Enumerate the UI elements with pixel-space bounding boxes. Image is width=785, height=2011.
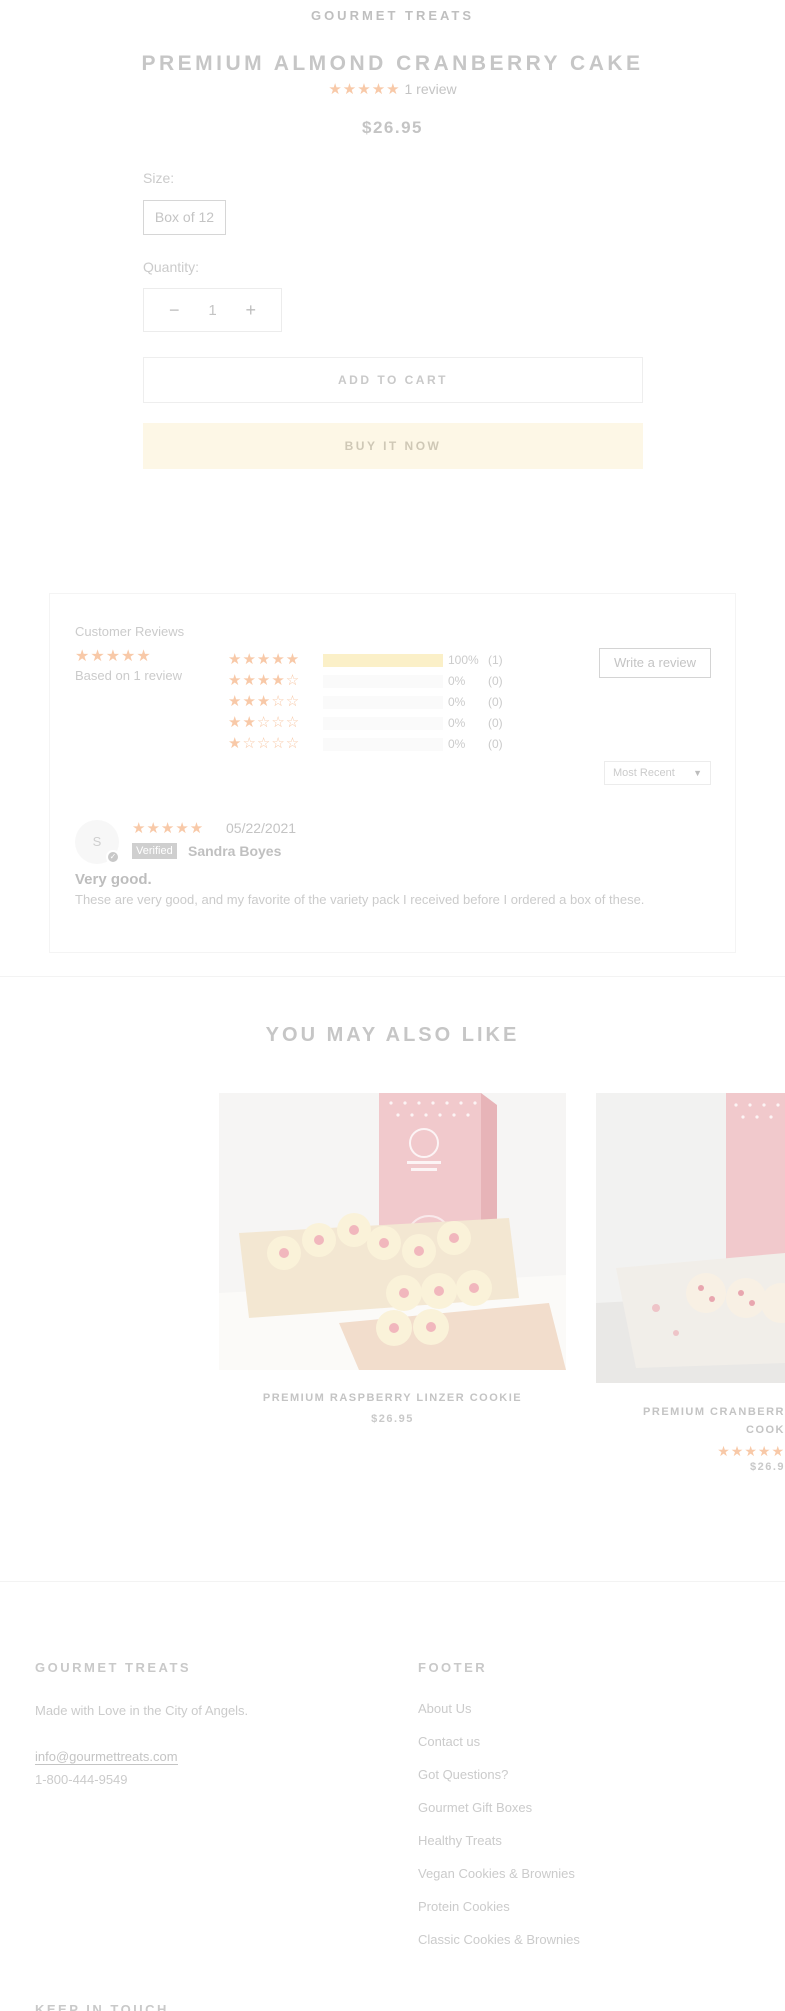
avatar-letter: S <box>92 834 102 849</box>
footer-link-healthy-treats[interactable]: Healthy Treats <box>418 1833 580 1866</box>
quantity-label: Quantity: <box>143 259 200 275</box>
histogram-stars-icon: ★★★★☆ <box>228 672 301 689</box>
avatar: S ✓ <box>75 820 120 864</box>
histogram-count: (0) <box>488 716 503 730</box>
chevron-down-icon: ▼ <box>693 768 702 778</box>
quantity-stepper: − 1 + <box>143 288 282 332</box>
histogram-count: (0) <box>488 695 503 709</box>
product-card-raspberry-linzer[interactable]: PREMIUM RASPBERRY LINZER COOKIE $26.95 <box>219 1093 566 1433</box>
review-body: These are very good, and my favorite of … <box>75 892 645 907</box>
histogram-row-2[interactable]: ★★☆☆☆ 0% (0) <box>228 714 528 735</box>
footer-keep-in-touch-heading: KEEP IN TOUCH <box>35 2002 169 2011</box>
review-headline: Very good. <box>75 871 152 888</box>
histogram-percent: 0% <box>448 716 466 730</box>
rating-stars-icon: ★★★★★ <box>328 81 401 98</box>
add-to-cart-button[interactable]: ADD TO CART <box>143 357 643 403</box>
raspberry-linzer-photo <box>219 1093 566 1370</box>
histogram-percent: 0% <box>448 674 466 688</box>
footer-phone: 1-800-444-9549 <box>35 1772 128 1787</box>
footer-link-vegan[interactable]: Vegan Cookies & Brownies <box>418 1866 580 1899</box>
footer-link-got-questions[interactable]: Got Questions? <box>418 1767 580 1800</box>
reviews-title: Customer Reviews <box>75 624 185 639</box>
histogram-bar <box>323 738 443 751</box>
product-vendor[interactable]: GOURMET TREATS <box>0 8 785 23</box>
product-card-name[interactable]: PREMIUM CRANBERR COOK <box>596 1403 785 1439</box>
footer-link-classic[interactable]: Classic Cookies & Brownies <box>418 1932 580 1965</box>
product-card-cranberry[interactable]: PREMIUM CRANBERR COOK ★★★★★ $26.9 <box>596 1093 785 1483</box>
footer-tagline: Made with Love in the City of Angels. <box>35 1703 249 1718</box>
write-review-button[interactable]: Write a review <box>599 648 711 678</box>
cranberry-cookie-photo <box>596 1093 785 1383</box>
size-label: Size: <box>143 170 175 186</box>
histogram-stars-icon: ★★★☆☆ <box>228 693 301 710</box>
footer-link-about-us[interactable]: About Us <box>418 1701 580 1734</box>
histogram-bar <box>323 675 443 688</box>
product-card-price: $26.9 <box>749 1461 785 1473</box>
product-card-price: $26.95 <box>371 1413 414 1425</box>
footer-link-protein[interactable]: Protein Cookies <box>418 1899 580 1932</box>
footer-link-gift-boxes[interactable]: Gourmet Gift Boxes <box>418 1800 580 1833</box>
product-rating[interactable]: ★★★★★ 1 review <box>0 80 785 98</box>
product-card-name[interactable]: PREMIUM RASPBERRY LINZER COOKIE <box>219 1389 566 1407</box>
histogram-row-5[interactable]: ★★★★★ 100% (1) <box>228 651 528 672</box>
review-author: Sandra Boyes <box>188 843 282 859</box>
product-image-cranberry[interactable] <box>596 1093 785 1383</box>
product-price: $26.95 <box>362 118 423 137</box>
footer-links: About Us Contact us Got Questions? Gourm… <box>418 1701 580 1965</box>
histogram-percent: 0% <box>448 695 466 709</box>
quantity-plus-button[interactable]: + <box>245 300 256 321</box>
verified-badge: Verified <box>132 843 177 859</box>
verified-check-icon: ✓ <box>106 850 120 864</box>
histogram-bar-fill <box>323 654 443 667</box>
histogram-bar <box>323 696 443 709</box>
recommendations-heading: YOU MAY ALSO LIKE <box>265 1024 520 1046</box>
review-stars-icon: ★★★★★ <box>132 820 205 837</box>
histogram-row-4[interactable]: ★★★★☆ 0% (0) <box>228 672 528 693</box>
product-image-raspberry-linzer[interactable] <box>219 1093 566 1370</box>
histogram-row-1[interactable]: ★☆☆☆☆ 0% (0) <box>228 735 528 756</box>
footer-email-link[interactable]: info@gourmettreats.com <box>35 1749 178 1765</box>
product-card-stars-icon: ★★★★★ <box>717 1443 785 1459</box>
histogram-count: (0) <box>488 737 503 751</box>
quantity-input[interactable]: 1 <box>208 302 216 319</box>
size-option-box-of-12[interactable]: Box of 12 <box>143 200 226 235</box>
section-divider <box>0 976 785 977</box>
histogram-percent: 0% <box>448 737 466 751</box>
footer-brand-heading: GOURMET TREATS <box>35 1660 192 1675</box>
product-card-name-line-1: PREMIUM CRANBERR <box>643 1406 785 1418</box>
histogram-count: (1) <box>488 653 503 667</box>
footer-links-heading: FOOTER <box>418 1660 488 1675</box>
review-sort-select[interactable]: Most Recent ▼ <box>604 761 711 785</box>
histogram-stars-icon: ★☆☆☆☆ <box>228 735 301 752</box>
summary-stars-icon: ★★★★★ <box>75 648 152 665</box>
product-card-name-line-2: COOK <box>746 1424 785 1436</box>
footer-link-contact-us[interactable]: Contact us <box>418 1734 580 1767</box>
customer-reviews: Customer Reviews ★★★★★ Based on 1 review… <box>49 593 736 953</box>
sort-value: Most Recent <box>613 767 675 779</box>
buy-it-now-button[interactable]: BUY IT NOW <box>143 423 643 469</box>
review-count[interactable]: 1 review <box>405 81 457 97</box>
histogram-bar <box>323 717 443 730</box>
histogram-bar <box>323 654 443 667</box>
histogram-row-3[interactable]: ★★★☆☆ 0% (0) <box>228 693 528 714</box>
quantity-minus-button[interactable]: − <box>169 300 180 321</box>
histogram-stars-icon: ★★★★★ <box>228 651 301 668</box>
footer-divider <box>0 1581 785 1582</box>
reviews-based-on: Based on 1 review <box>75 668 182 683</box>
rating-histogram: ★★★★★ 100% (1) ★★★★☆ 0% (0) ★★★☆☆ 0% (0)… <box>228 651 528 756</box>
product-title: PREMIUM ALMOND CRANBERRY CAKE <box>141 52 644 75</box>
review-date: 05/22/2021 <box>226 820 297 836</box>
histogram-percent: 100% <box>448 653 479 667</box>
histogram-stars-icon: ★★☆☆☆ <box>228 714 301 731</box>
histogram-count: (0) <box>488 674 503 688</box>
